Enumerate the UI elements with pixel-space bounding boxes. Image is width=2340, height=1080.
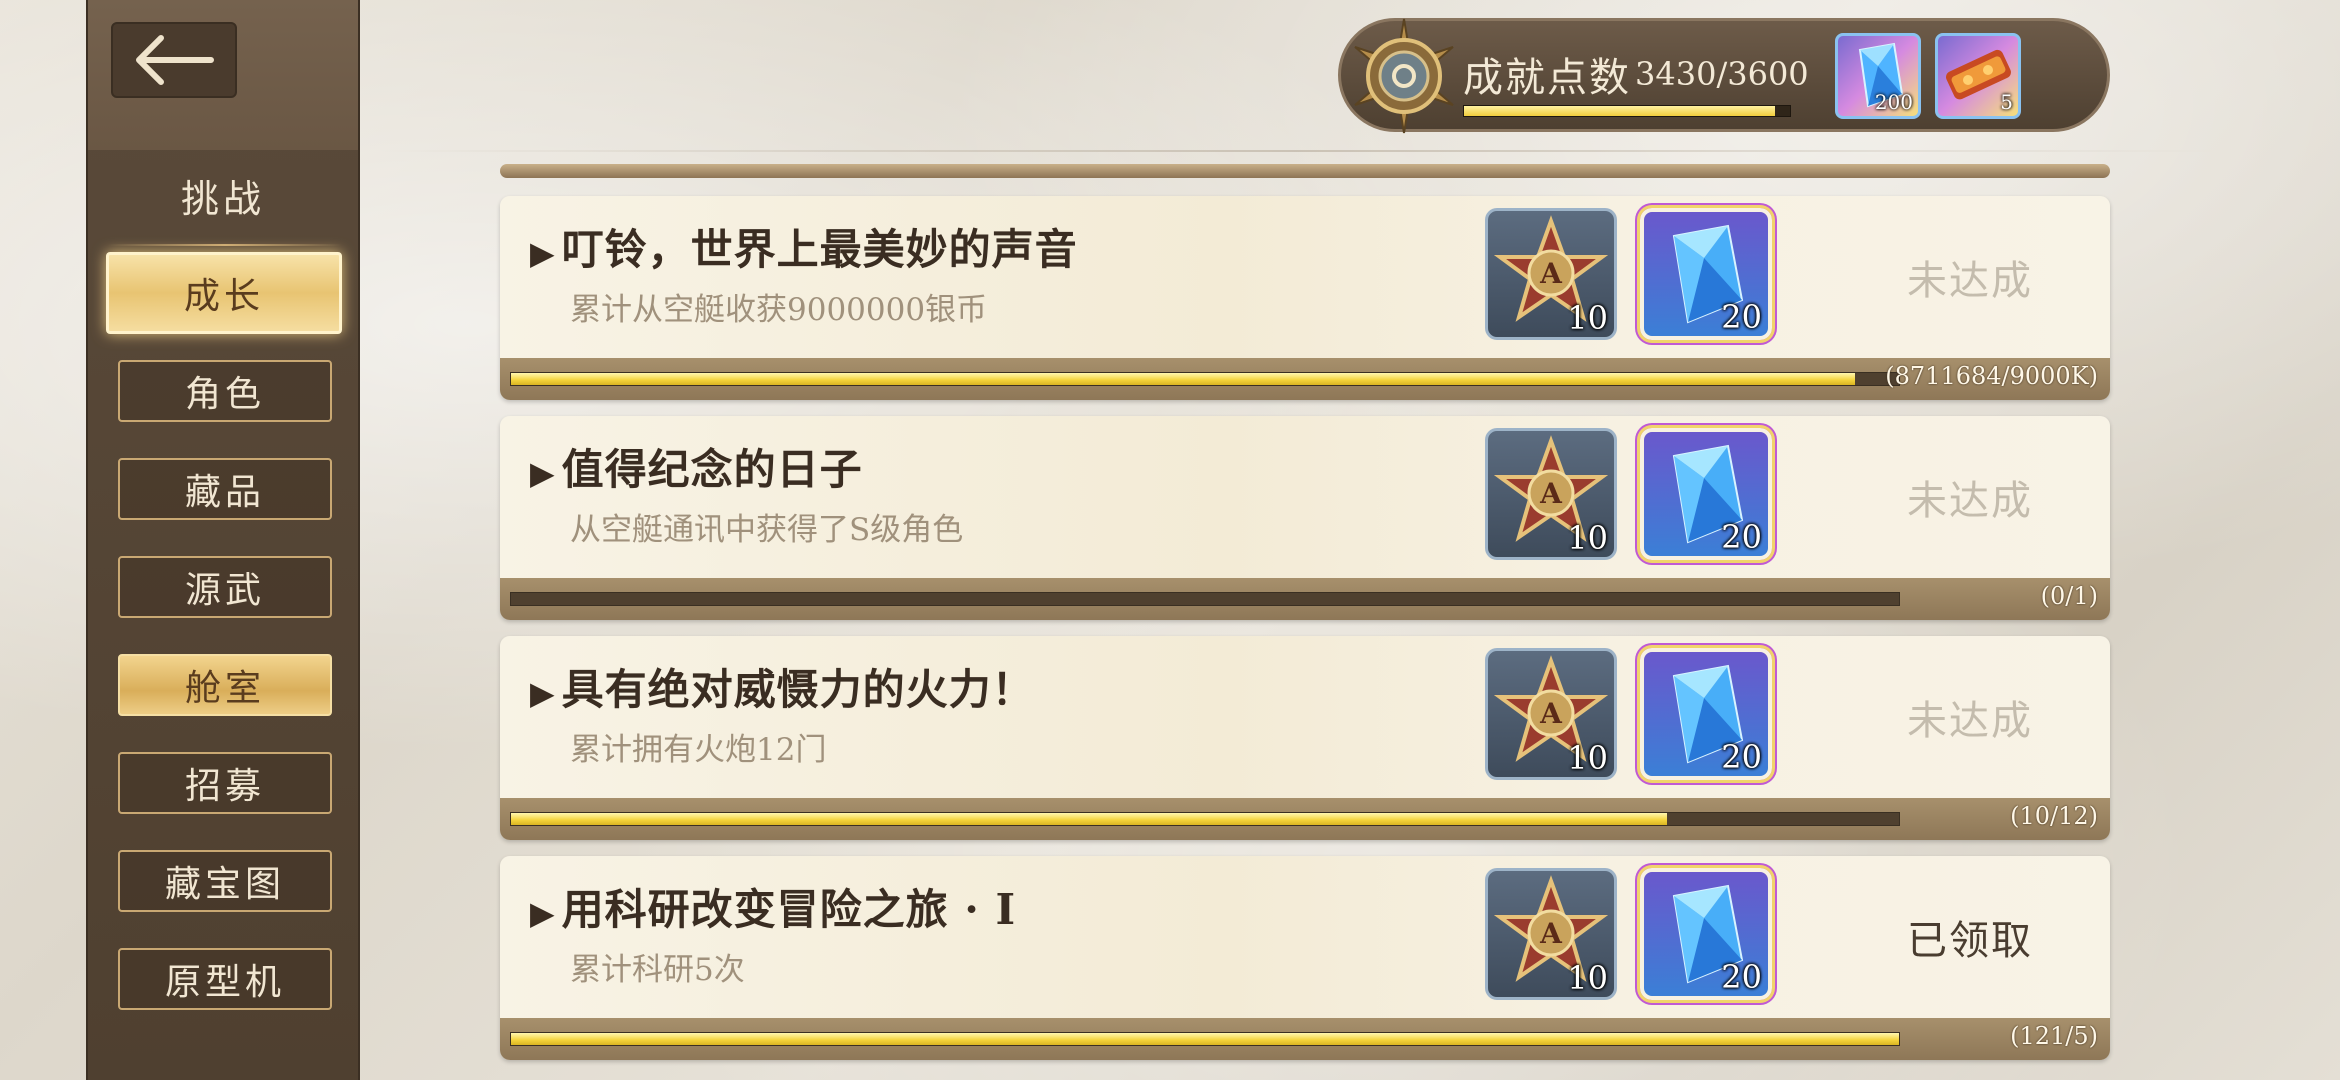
points-reward-scroll[interactable]: 5 [1935, 33, 2021, 119]
reward-crystal[interactable]: 20 [1640, 868, 1772, 1000]
achievement-card[interactable]: ▶ 用科研改变冒险之旅 · Ⅰ 累计科研5次 A 10 20 已领取 (121/… [500, 856, 2110, 1060]
triangle-right-icon: ▶ [530, 894, 556, 932]
section-divider [108, 244, 342, 246]
compass-emblem-icon [1354, 18, 1454, 134]
achievement-title: ▶ 具有绝对威慑力的火力！ [530, 656, 1035, 717]
points-progress-bar [1463, 105, 1791, 117]
points-label: 成就点数 [1463, 55, 1631, 101]
achievement-card[interactable]: ▶ 值得纪念的日子 从空艇通讯中获得了S级角色 A 10 20 未达成 (0/1… [500, 416, 2110, 620]
triangle-right-icon: ▶ [530, 674, 556, 712]
sidebar-item-cabin[interactable]: 舱室 [118, 654, 332, 716]
reward-star-medal[interactable]: A 10 [1485, 648, 1617, 780]
svg-text:A: A [1539, 697, 1563, 730]
achievement-title-text: 叮铃，世界上最美妙的声音 [561, 225, 1078, 274]
svg-text:A: A [1539, 477, 1563, 510]
achievement-progress-bar [510, 592, 1900, 606]
achievement-title-text: 具有绝对威慑力的火力！ [561, 665, 1035, 714]
reward-count: 20 [1721, 298, 1762, 336]
reward-star-medal[interactable]: A 10 [1485, 868, 1617, 1000]
sidebar-item-recruit[interactable]: 招募 [118, 752, 332, 814]
triangle-right-icon: ▶ [530, 454, 556, 492]
achievement-status: 未达成 [1907, 698, 2033, 744]
achievement-footer: (0/1) [500, 578, 2110, 620]
sidebar-item-treasure-map[interactable]: 藏宝图 [118, 850, 332, 912]
achievement-progress-text: (0/1) [2040, 582, 2098, 610]
achievement-status: 未达成 [1907, 478, 2033, 524]
achievement-description: 累计科研5次 [570, 952, 745, 988]
reward-count: 20 [1721, 518, 1762, 556]
sidebar-item-weapon[interactable]: 源武 [118, 556, 332, 618]
achievement-title: ▶ 叮铃，世界上最美妙的声音 [530, 216, 1078, 277]
achievement-title-text: 用科研改变冒险之旅 · Ⅰ [561, 885, 1017, 934]
header-divider [378, 150, 2220, 152]
achievement-title: ▶ 用科研改变冒险之旅 · Ⅰ [530, 876, 1016, 937]
achievement-footer: (121/5) [500, 1018, 2110, 1060]
achievement-status: 已领取 [1907, 918, 2033, 964]
svg-text:A: A [1539, 917, 1563, 950]
achievement-description: 累计拥有火炮12门 [570, 732, 827, 768]
reward-count: 10 [1567, 519, 1608, 557]
reward-crystal[interactable]: 20 [1640, 208, 1772, 340]
list-top-edge [500, 164, 2110, 178]
reward-crystal[interactable]: 20 [1640, 428, 1772, 560]
achievement-description: 从空艇通讯中获得了S级角色 [570, 512, 964, 548]
achievement-card[interactable]: ▶ 具有绝对威慑力的火力！ 累计拥有火炮12门 A 10 20 未达成 (10/… [500, 636, 2110, 840]
reward-count: 5 [2000, 90, 2013, 114]
sidebar-item-prototype[interactable]: 原型机 [118, 948, 332, 1010]
achievement-progress-fill [511, 1033, 1899, 1045]
achievement-progress-fill [511, 373, 1855, 385]
sidebar-header [88, 0, 358, 150]
achievement-status: 未达成 [1907, 258, 2033, 304]
reward-count: 10 [1567, 959, 1608, 997]
sidebar-item-character[interactable]: 角色 [118, 360, 332, 422]
svg-text:A: A [1539, 257, 1563, 290]
reward-star-medal[interactable]: A 10 [1485, 428, 1617, 560]
back-button[interactable] [111, 22, 237, 98]
points-value: 3430/3600 [1635, 55, 1809, 93]
section-label: 挑战 [180, 177, 265, 221]
back-arrow-icon [136, 35, 214, 85]
reward-star-medal[interactable]: A 10 [1485, 208, 1617, 340]
sidebar-item-growth[interactable]: 成长 [106, 252, 342, 334]
achievement-progress-bar [510, 372, 1900, 386]
achievement-title: ▶ 值得纪念的日子 [530, 436, 863, 497]
achievement-title-text: 值得纪念的日子 [561, 445, 863, 494]
achievement-points-bar: 成就点数 3430/3600 200 5 [1338, 18, 2110, 134]
achievement-card[interactable]: ▶ 叮铃，世界上最美妙的声音 累计从空艇收获9000000银币 A 10 20 未… [500, 196, 2110, 400]
reward-crystal[interactable]: 20 [1640, 648, 1772, 780]
achievement-progress-fill [511, 813, 1668, 825]
reward-count: 10 [1567, 739, 1608, 777]
reward-count: 200 [1874, 90, 1913, 114]
achievement-footer: (10/12) [500, 798, 2110, 840]
sidebar-item-collection[interactable]: 藏品 [118, 458, 332, 520]
achievement-footer: (8711684/9000K) [500, 358, 2110, 400]
points-progress-fill [1464, 106, 1775, 116]
reward-count: 20 [1721, 738, 1762, 776]
achievement-progress-text: (10/12) [2010, 802, 2098, 830]
achievement-progress-bar [510, 1032, 1900, 1046]
reward-count: 10 [1567, 299, 1608, 337]
achievement-description: 累计从空艇收获9000000银币 [570, 292, 988, 328]
sidebar: 挑战 成长 角色 藏品 源武 舱室 招募 藏宝图 原型机 [86, 0, 360, 1080]
triangle-right-icon: ▶ [530, 234, 556, 272]
points-reward-crystal[interactable]: 200 [1835, 33, 1921, 119]
achievement-progress-bar [510, 812, 1900, 826]
achievement-progress-text: (121/5) [2010, 1022, 2098, 1050]
achievement-progress-text: (8711684/9000K) [1885, 362, 2098, 390]
reward-count: 20 [1721, 958, 1762, 996]
